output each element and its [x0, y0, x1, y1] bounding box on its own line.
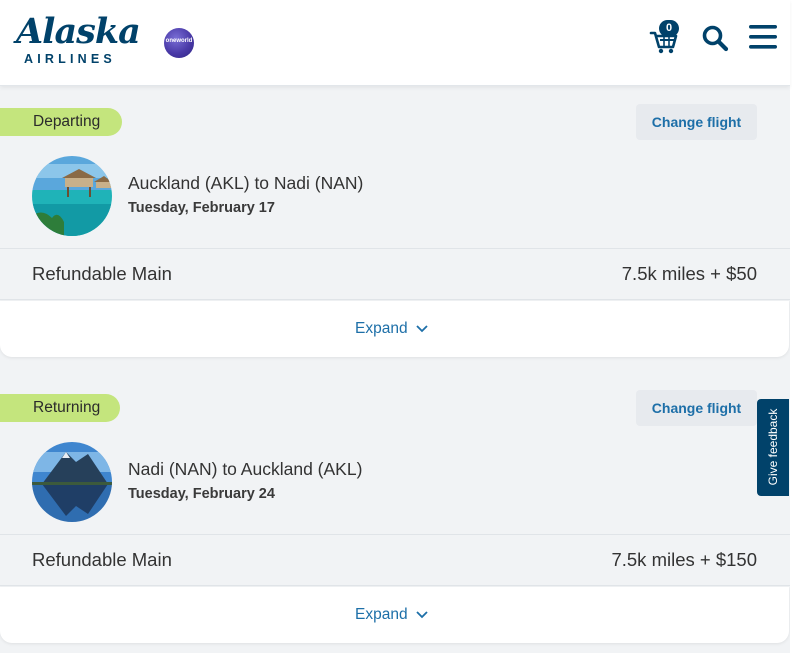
departing-fare-price: 7.5k miles + $50	[621, 263, 757, 284]
oneworld-logo: oneworld	[164, 28, 194, 58]
expand-label: Expand	[355, 320, 408, 337]
hamburger-menu-icon	[749, 25, 777, 49]
menu-button[interactable]	[748, 22, 778, 52]
give-feedback-tab[interactable]: Give feedback	[757, 399, 789, 496]
departing-date: Tuesday, February 17	[128, 200, 275, 216]
departing-fare-name: Refundable Main	[32, 263, 172, 284]
returning-date: Tuesday, February 24	[128, 486, 275, 502]
returning-tag: Returning	[0, 394, 120, 422]
logo-subtitle: AIRLINES	[24, 52, 116, 66]
chevron-down-icon	[416, 611, 428, 619]
give-feedback-label: Give feedback	[766, 408, 780, 486]
search-button[interactable]	[701, 24, 729, 52]
expand-label: Expand	[355, 606, 408, 623]
departing-expand-link[interactable]: Expand	[355, 320, 428, 338]
cart-button[interactable]: 0	[648, 20, 682, 54]
site-header: Alaska AIRLINES oneworld 0	[0, 0, 790, 86]
departing-tag: Departing	[0, 108, 122, 136]
change-departing-flight-button[interactable]: Change flight	[636, 104, 757, 140]
returning-fare-name: Refundable Main	[32, 549, 172, 570]
returning-flight-section: Returning Change flight Nadi (NAN) to Au…	[0, 372, 790, 644]
departing-route: Auckland (AKL) to Nadi (NAN)	[128, 173, 364, 193]
destination-photo-auckland	[32, 442, 112, 522]
cart-count-badge: 0	[659, 20, 679, 37]
departing-fare-row: Refundable Main 7.5k miles + $50	[0, 248, 790, 300]
logo-wordmark: Alaska	[16, 11, 141, 52]
returning-expand-link[interactable]: Expand	[355, 606, 428, 624]
destination-photo-nadi	[32, 156, 112, 236]
change-returning-flight-button[interactable]: Change flight	[636, 390, 757, 426]
returning-route: Nadi (NAN) to Auckland (AKL)	[128, 459, 363, 479]
chevron-down-icon	[416, 325, 428, 333]
departing-expand-card: Expand	[0, 301, 789, 357]
oneworld-logo-text: oneworld	[165, 38, 193, 44]
returning-fare-price: 7.5k miles + $150	[611, 549, 757, 570]
search-icon	[702, 25, 729, 52]
alaska-airlines-logo[interactable]: Alaska AIRLINES	[16, 12, 141, 68]
returning-fare-row: Refundable Main 7.5k miles + $150	[0, 534, 790, 586]
departing-flight-section: Departing Change flight Auckland (AKL) t…	[0, 86, 790, 358]
returning-expand-card: Expand	[0, 587, 789, 643]
